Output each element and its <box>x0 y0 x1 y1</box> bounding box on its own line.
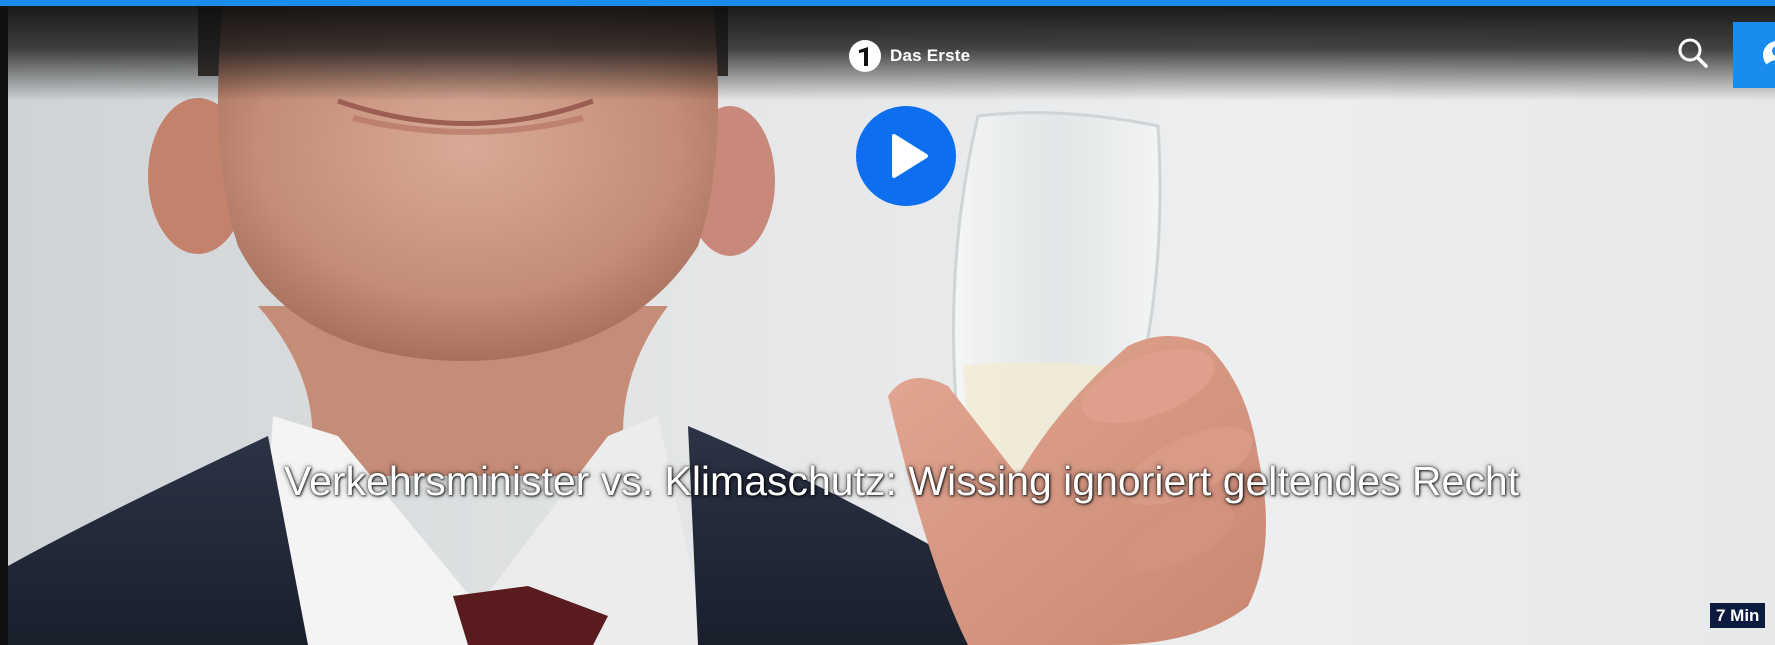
search-icon <box>1678 38 1708 68</box>
play-button[interactable] <box>856 106 956 206</box>
top-accent-bar <box>0 0 1775 6</box>
user-icon <box>1763 41 1775 69</box>
ard-one-icon <box>849 40 881 72</box>
search-button[interactable] <box>1674 34 1714 74</box>
teaser-image <box>8 6 1266 645</box>
das-erste-logo[interactable]: Das Erste <box>848 39 970 73</box>
play-icon <box>892 134 928 178</box>
logo-text: Das Erste <box>890 46 971 65</box>
video-teaser[interactable]: Das Erste Verkehrsminister vs. Klimaschu… <box>8 6 1775 645</box>
duration-badge: 7 Min <box>1710 603 1766 628</box>
account-button[interactable] <box>1733 22 1775 88</box>
left-edge <box>0 6 8 645</box>
video-title[interactable]: Verkehrsminister vs. Klimaschutz: Wissin… <box>8 458 1775 505</box>
